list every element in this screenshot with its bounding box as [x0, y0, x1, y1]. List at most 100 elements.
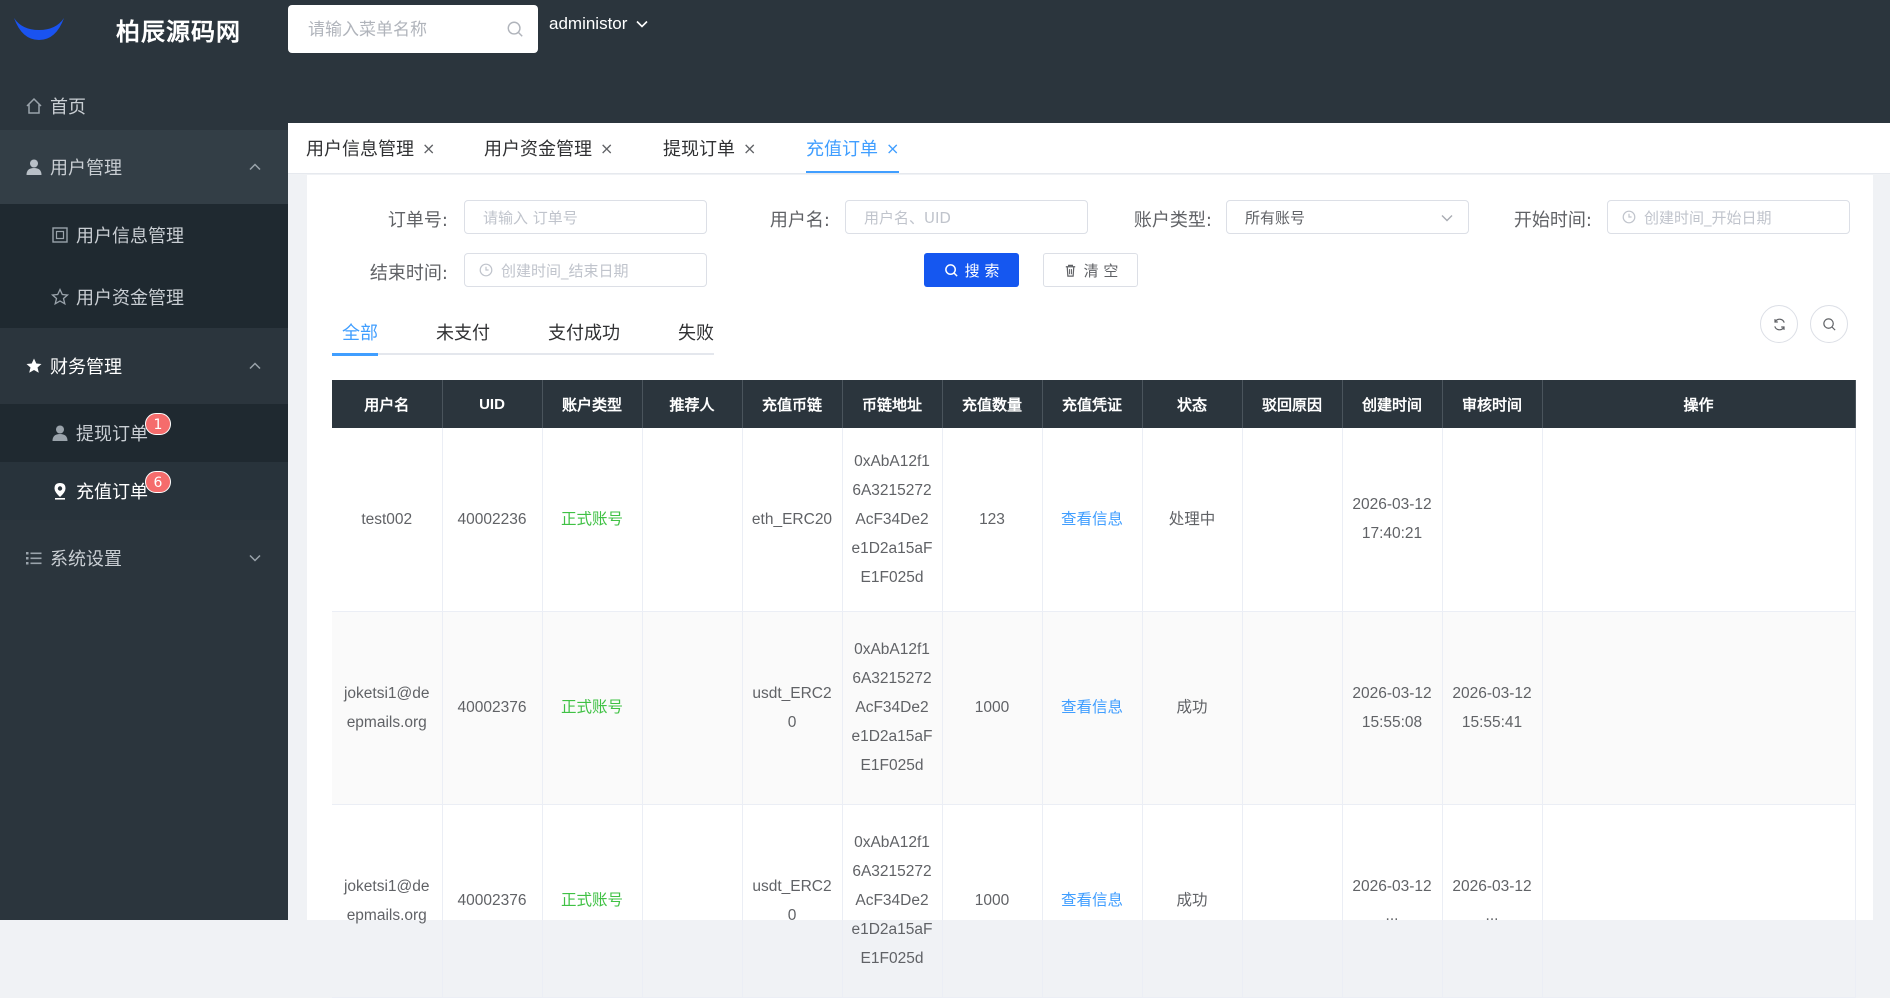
close-icon[interactable]: ×: [422, 139, 435, 158]
view-proof-link[interactable]: 查看信息: [1042, 804, 1143, 998]
sidebar-item-user-funds[interactable]: 用户资金管理: [0, 266, 288, 328]
cell-amount: 1000: [942, 804, 1043, 998]
tab-label: 提现订单: [663, 139, 735, 160]
status-tab-unpaid[interactable]: 未支付: [436, 319, 490, 345]
status-tab-paid[interactable]: 支付成功: [548, 319, 620, 345]
sidebar-item-label: 用户资金管理: [76, 288, 184, 309]
end-date-picker[interactable]: 创建时间_结束日期: [464, 253, 707, 287]
cell-amount: 123: [942, 428, 1043, 612]
cell-account-type: 正式账号: [542, 428, 643, 612]
logo-icon: [14, 18, 64, 40]
cell-address: 0xAbA12f16A3215272AcF34De2e1D2a15aFE1F02…: [842, 428, 943, 612]
order-no-label: 订单号:: [387, 210, 448, 231]
chevron-up-icon: [249, 362, 261, 370]
username-placeholder: 用户名、UID: [864, 208, 951, 227]
search-icon[interactable]: [506, 20, 524, 38]
sidebar-item-user-info[interactable]: 用户信息管理: [0, 204, 288, 266]
column-header: 用户名: [332, 380, 443, 428]
page-tabs: 用户信息管理 × 用户资金管理 × 提现订单 × 充值订单 ×: [288, 123, 1890, 174]
cell-actions: [1542, 428, 1856, 612]
sidebar-group-finance[interactable]: 财务管理: [0, 328, 288, 404]
column-header: 充值币链: [742, 380, 843, 428]
location-pin-icon: [50, 481, 70, 501]
sidebar-group-system-settings[interactable]: 系统设置: [0, 520, 288, 596]
cell-created-time: 2026-03-12 ...: [1342, 804, 1443, 998]
clear-button[interactable]: 清 空: [1043, 253, 1138, 287]
cell-amount: 1000: [942, 611, 1043, 805]
tab-user-info[interactable]: 用户信息管理 ×: [306, 123, 435, 173]
withdraw-count-badge: 1: [145, 413, 171, 435]
cell-reject-reason: [1242, 804, 1343, 998]
start-date-picker[interactable]: 创建时间_开始日期: [1607, 200, 1850, 234]
tab-user-funds[interactable]: 用户资金管理 ×: [484, 123, 613, 173]
tab-recharge-orders[interactable]: 充值订单 ×: [806, 123, 900, 173]
cell-reviewed-time: 2026-03-12 ...: [1442, 804, 1543, 998]
cell-uid: 40002236: [442, 428, 543, 612]
sidebar-group-user-management[interactable]: 用户管理: [0, 130, 288, 204]
cell-status: 成功: [1142, 804, 1243, 998]
search-button[interactable]: 搜 索: [924, 253, 1019, 287]
recharge-count-badge: 6: [145, 471, 171, 493]
cell-reject-reason: [1242, 428, 1343, 612]
close-icon[interactable]: ×: [886, 139, 899, 158]
chevron-down-icon: [636, 20, 648, 28]
chevron-down-icon: [1441, 215, 1453, 222]
end-time-label: 结束时间:: [369, 263, 448, 284]
account-type-value: 所有账号: [1245, 208, 1306, 227]
clear-button-label: 清 空: [1083, 261, 1119, 280]
sidebar-group-label: 用户管理: [50, 158, 122, 179]
search-icon: [944, 263, 958, 277]
menu-search-input[interactable]: [306, 17, 500, 43]
cell-referrer: [642, 804, 743, 998]
status-tab-failed[interactable]: 失败: [678, 319, 714, 345]
close-icon[interactable]: ×: [600, 139, 613, 158]
table-row: joketsi1@deepmails.org 40002376 正式账号 usd…: [332, 611, 1856, 805]
tab-withdraw-orders[interactable]: 提现订单 ×: [663, 123, 756, 173]
account-type-select[interactable]: 所有账号: [1226, 200, 1469, 234]
cell-created-time: 2026-03-12 15:55:08: [1342, 611, 1443, 805]
column-header: 审核时间: [1442, 380, 1543, 428]
sidebar-item-label: 提现订单: [76, 424, 148, 445]
cell-reject-reason: [1242, 611, 1343, 805]
table-row: test002 40002236 正式账号 eth_ERC20 0xAbA12f…: [332, 428, 1856, 612]
cell-uid: 40002376: [442, 804, 543, 998]
order-no-input[interactable]: 请输入 订单号: [464, 200, 707, 234]
clock-icon: [479, 263, 493, 277]
user-dropdown[interactable]: administor: [549, 14, 649, 34]
building-icon: [50, 225, 70, 245]
view-proof-link[interactable]: 查看信息: [1042, 611, 1143, 805]
cell-uid: 40002376: [442, 611, 543, 805]
status-tab-all[interactable]: 全部: [342, 319, 378, 345]
status-tabs-divider: [332, 353, 714, 355]
sidebar-item-home[interactable]: 首页: [0, 78, 288, 134]
trash-icon: [1065, 264, 1075, 277]
cell-address: 0xAbA12f16A3215272AcF34De2e1D2a15aFE1F02…: [842, 804, 943, 998]
account-type-label: 账户类型:: [1133, 210, 1212, 231]
cell-chain: usdt_ERC20: [742, 804, 843, 998]
cell-reviewed-time: [1442, 428, 1543, 612]
column-header: 操作: [1542, 380, 1856, 428]
home-icon: [24, 96, 44, 116]
cell-chain: usdt_ERC20: [742, 611, 843, 805]
column-header: 充值凭证: [1042, 380, 1143, 428]
menu-search[interactable]: [288, 5, 538, 53]
username-input[interactable]: 用户名、UID: [845, 200, 1088, 234]
sidebar-group-label: 财务管理: [50, 357, 122, 378]
end-date-placeholder: 创建时间_结束日期: [501, 261, 629, 280]
chevron-up-icon: [249, 163, 261, 171]
sidebar-item-recharge-orders[interactable]: 充值订单 6: [0, 462, 288, 520]
cell-actions: [1542, 611, 1856, 805]
username-label: 用户名:: [769, 210, 830, 231]
cell-username: joketsi1@deepmails.org: [332, 611, 443, 805]
start-date-placeholder: 创建时间_开始日期: [1644, 208, 1772, 227]
view-proof-link[interactable]: 查看信息: [1042, 428, 1143, 612]
cell-username: test002: [332, 428, 443, 612]
search-icon: [1822, 317, 1836, 331]
sidebar-item-withdraw-orders[interactable]: 提现订单 1: [0, 404, 288, 462]
refresh-button[interactable]: [1760, 305, 1798, 343]
close-icon[interactable]: ×: [743, 139, 756, 158]
toggle-search-button[interactable]: [1810, 305, 1848, 343]
cell-address: 0xAbA12f16A3215272AcF34De2e1D2a15aFE1F02…: [842, 611, 943, 805]
user-name: administor: [549, 14, 628, 33]
cell-account-type: 正式账号: [542, 804, 643, 998]
